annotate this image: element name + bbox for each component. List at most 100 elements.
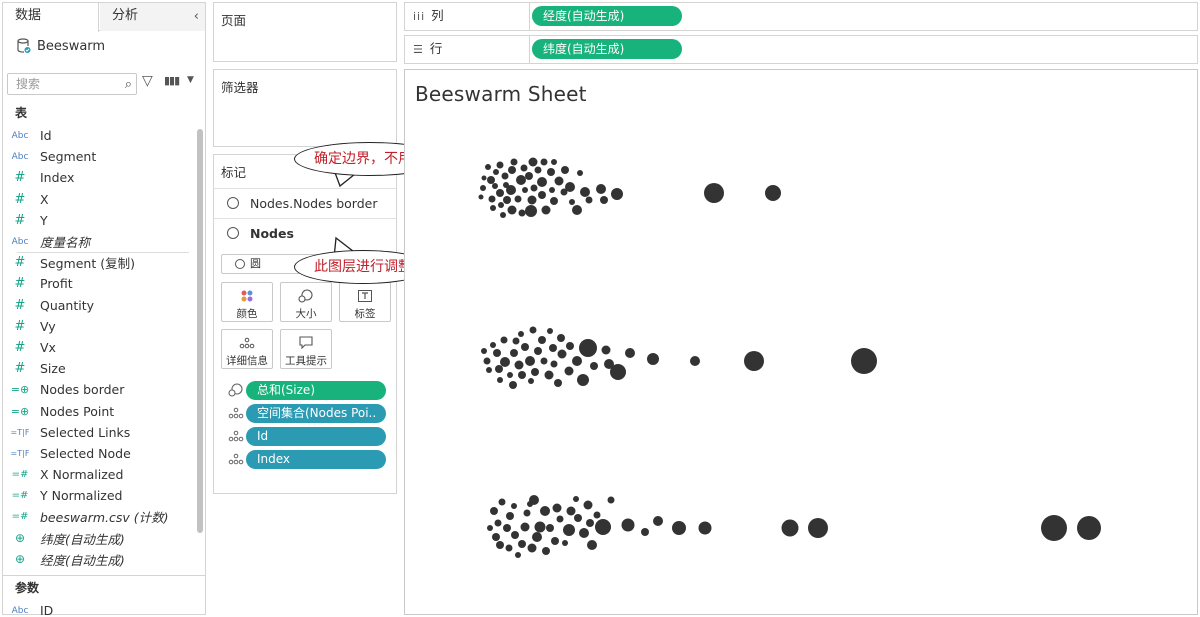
data-pane: 数据 分析 ‹ Beeswarm 搜索 ⌕ ▽ ▮▮▮ ▼ 表 Abc Id Abc…: [2, 2, 206, 617]
marks-card: 标记 Nodes.Nodes border Nodes 圆 颜色 大小 标签 详…: [213, 154, 397, 494]
abc-icon: Abc: [11, 151, 29, 162]
params-heading: 参数: [15, 581, 40, 595]
measure-number-icon: #: [14, 318, 26, 334]
pages-card[interactable]: 页面: [213, 2, 397, 62]
measure-number-icon: #: [14, 255, 26, 271]
view-pane[interactable]: Beeswarm Sheet: [404, 69, 1198, 615]
calc-number-icon: =#: [11, 469, 29, 481]
filter-icon[interactable]: ▽: [142, 73, 153, 89]
field-label: Selected Links: [40, 424, 131, 440]
tab-data[interactable]: 数据: [3, 3, 99, 32]
search-placeholder: 搜索: [16, 77, 41, 91]
param-label: ID: [40, 603, 54, 617]
calc-boolean-icon: =T|F: [10, 427, 30, 437]
text-label-icon: [340, 286, 390, 306]
field-item[interactable]: =⊕ Nodes Point: [3, 400, 193, 421]
field-label: Segment (复制): [40, 256, 135, 272]
measure-number-icon: #: [14, 191, 26, 207]
pages-title: 页面: [221, 13, 247, 28]
field-item[interactable]: Abc Segment: [3, 146, 193, 167]
calc-geo-icon: =⊕: [10, 404, 30, 418]
params-divider: [3, 575, 205, 576]
view-toggle-icon[interactable]: ▮▮▮: [164, 74, 180, 87]
rows-shelf-label: ☰ 行: [405, 36, 530, 63]
field-label: beeswarm.csv (计数): [40, 510, 169, 526]
calc-boolean-icon: =T|F: [10, 448, 30, 458]
field-item[interactable]: # Vx: [3, 337, 193, 358]
radio-icon: [227, 227, 239, 239]
detail-button[interactable]: 详细信息: [221, 329, 273, 369]
marks-layer-nodes-border[interactable]: Nodes.Nodes border: [214, 188, 396, 218]
marks-pill-index[interactable]: Index: [246, 450, 386, 469]
field-label: X: [40, 191, 49, 207]
database-icon: [17, 38, 31, 53]
measure-number-icon: #: [14, 170, 26, 186]
scrollbar[interactable]: [197, 129, 203, 533]
circle-mark-icon: [235, 259, 245, 269]
field-label: Y: [40, 212, 48, 228]
field-item[interactable]: Abc Id: [3, 125, 193, 146]
collapse-pane-icon[interactable]: ‹: [194, 9, 199, 24]
search-icon: ⌕: [124, 77, 132, 92]
tables-heading: 表: [15, 106, 28, 120]
field-label: Vy: [40, 318, 56, 334]
field-item[interactable]: ⊕ 纬度(自动生成): [3, 528, 193, 549]
field-divider: [17, 252, 189, 253]
marks-pill-id[interactable]: Id: [246, 427, 386, 446]
field-item[interactable]: ⊕ 经度(自动生成): [3, 549, 193, 570]
sheet-title: Beeswarm Sheet: [415, 82, 587, 106]
field-item[interactable]: # Index: [3, 167, 193, 188]
columns-shelf[interactable]: iii 列 经度(自动生成): [404, 2, 1198, 31]
param-item[interactable]: Abc ID: [3, 600, 193, 617]
label-button[interactable]: 标签: [339, 282, 391, 322]
tab-analytics-label: 分析: [112, 8, 139, 23]
columns-icon: iii: [413, 10, 426, 23]
calc-number-icon: =#: [11, 511, 29, 523]
field-item[interactable]: # Size: [3, 358, 193, 379]
field-item[interactable]: =⊕ Nodes border: [3, 379, 193, 400]
field-label: 度量名称: [40, 235, 91, 251]
field-item[interactable]: =T|F Selected Node: [3, 443, 193, 464]
size-icon: [281, 286, 331, 306]
field-item[interactable]: =# X Normalized: [3, 464, 193, 485]
columns-shelf-label: iii 列: [405, 3, 530, 30]
field-label: 纬度(自动生成): [40, 531, 125, 547]
marks-pill-size[interactable]: 总和(Size): [246, 381, 386, 400]
field-item[interactable]: =# Y Normalized: [3, 485, 193, 506]
field-item[interactable]: # Quantity: [3, 295, 193, 316]
field-label: Segment: [40, 149, 97, 165]
datasource-item[interactable]: Beeswarm: [17, 37, 105, 55]
size-button[interactable]: 大小: [280, 282, 332, 322]
field-label: Quantity: [40, 297, 95, 313]
marks-pill-spatial-collect[interactable]: 空间集合(Nodes Poi..: [246, 404, 386, 423]
abc-icon: Abc: [11, 605, 29, 616]
field-item[interactable]: # Y: [3, 210, 193, 231]
color-button-label: 颜色: [236, 308, 258, 320]
rows-pill[interactable]: 纬度(自动生成): [532, 39, 682, 59]
field-label: Size: [40, 361, 66, 377]
field-item[interactable]: Abc 度量名称: [3, 231, 193, 252]
field-item[interactable]: # Vy: [3, 316, 193, 337]
detail-icon: [228, 407, 244, 422]
measure-number-icon: #: [14, 276, 26, 292]
field-item[interactable]: =# beeswarm.csv (计数): [3, 506, 193, 527]
columns-pill[interactable]: 经度(自动生成): [532, 6, 682, 26]
field-item[interactable]: # Profit: [3, 273, 193, 294]
search-input[interactable]: 搜索 ⌕: [7, 73, 137, 95]
field-label: Index: [40, 170, 75, 186]
field-item[interactable]: =T|F Selected Links: [3, 422, 193, 443]
filters-card[interactable]: 筛选器: [213, 69, 397, 147]
field-item[interactable]: # X: [3, 189, 193, 210]
chevron-down-icon[interactable]: ▼: [187, 75, 194, 85]
tooltip-button[interactable]: 工具提示: [280, 329, 332, 369]
color-button[interactable]: 颜色: [221, 282, 273, 322]
rows-shelf[interactable]: ☰ 行 纬度(自动生成): [404, 35, 1198, 64]
field-list: Abc Id Abc Segment # Index # X # Y Abc 度量名称 # Segment…: [3, 125, 193, 570]
field-item[interactable]: # Segment (复制): [3, 252, 193, 273]
abc-icon: Abc: [11, 236, 29, 247]
field-label: 经度(自动生成): [40, 552, 125, 568]
globe-icon: ⊕: [14, 531, 26, 546]
measure-number-icon: #: [14, 361, 26, 377]
tab-analytics[interactable]: 分析: [100, 3, 205, 31]
size-icon: [228, 383, 244, 400]
